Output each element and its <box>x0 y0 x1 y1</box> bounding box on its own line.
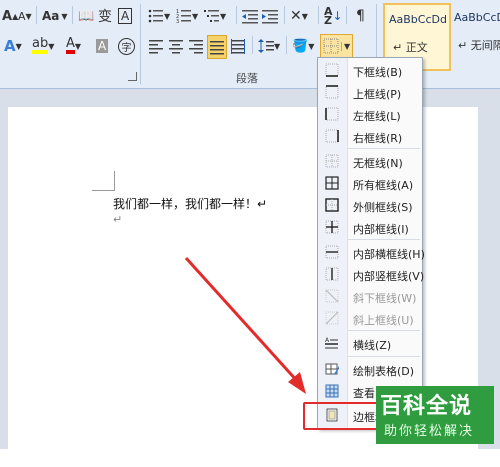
left-border-icon <box>325 107 339 121</box>
all-borders-icon <box>325 176 339 190</box>
watermark-title: 百科全说 <box>380 394 473 419</box>
menu-item-inside-vertical-border[interactable]: 内部竖框线(V) <box>318 264 425 286</box>
menu-item-label: 所有框线(A) <box>353 179 414 192</box>
view-gridlines-icon <box>325 384 339 398</box>
menu-item-label: 左框线(L) <box>353 110 401 123</box>
bottom-border-icon <box>325 63 339 77</box>
menu-item-no-border[interactable]: 无框线(N) <box>318 151 422 173</box>
menu-separator <box>348 356 420 357</box>
menu-item-right-border[interactable]: 右框线(R) <box>318 126 422 148</box>
watermark-badge: 百科全说 助你轻松解决 <box>376 386 494 444</box>
no-border-icon <box>325 154 339 168</box>
menu-item-label: 下框线(B) <box>353 66 403 79</box>
draw-table-icon <box>325 363 339 375</box>
menu-item-label: 绘制表格(D) <box>353 365 415 378</box>
menu-item-label: 上框线(P) <box>353 88 402 101</box>
menu-item-draw-table[interactable]: 绘制表格(D) <box>318 359 422 381</box>
menu-item-inside-horizontal-border[interactable]: 内部横框线(H) <box>318 242 425 264</box>
menu-item-label: 右框线(R) <box>353 132 403 145</box>
inside-borders-icon <box>325 220 339 234</box>
menu-separator <box>348 148 420 149</box>
diagonal-up-border-icon <box>325 311 339 325</box>
menu-item-label: 内部框线(I) <box>353 223 409 236</box>
borders-dropdown-menu: 下框线(B) 上框线(P) 左框线(L) 右框线(R) 无框线(N) 所有框线(A) 外侧框… <box>317 57 436 429</box>
menu-item-label: 内部竖框线(V) <box>353 270 425 283</box>
menu-item-bottom-border[interactable]: 下框线(B) <box>318 60 422 82</box>
menu-item-diagonal-up-border: 斜上框线(U) <box>318 308 422 330</box>
right-border-icon <box>325 129 339 143</box>
menu-item-diagonal-down-border: 斜下框线(W) <box>318 286 422 308</box>
menu-separator <box>348 239 420 240</box>
watermark-subtitle: 助你轻松解决 <box>384 424 475 439</box>
menu-item-top-border[interactable]: 上框线(P) <box>318 82 422 104</box>
menu-separator <box>348 330 420 331</box>
svg-text:A: A <box>325 337 330 344</box>
outside-borders-icon <box>325 198 339 212</box>
menu-item-horizontal-line[interactable]: A 横线(Z) <box>318 333 422 355</box>
top-border-icon <box>325 85 339 99</box>
menu-item-label: 外侧框线(S) <box>353 201 413 214</box>
menu-item-outside-borders[interactable]: 外侧框线(S) <box>318 195 422 217</box>
menu-item-label: 斜下框线(W) <box>353 292 417 305</box>
diagonal-down-border-icon <box>325 289 339 303</box>
menu-item-all-borders[interactable]: 所有框线(A) <box>318 173 422 195</box>
menu-item-label: 斜上框线(U) <box>353 314 414 327</box>
menu-item-left-border[interactable]: 左框线(L) <box>318 104 422 126</box>
inside-vertical-border-icon <box>325 267 339 281</box>
menu-item-inside-borders[interactable]: 内部框线(I) <box>318 217 422 239</box>
menu-item-label: 无框线(N) <box>353 157 403 170</box>
horizontal-line-icon: A <box>325 337 338 349</box>
inside-horizontal-border-icon <box>325 245 339 259</box>
menu-item-label: 内部横框线(H) <box>353 248 425 261</box>
red-arrow-annotation <box>184 256 306 394</box>
menu-item-label: 横线(Z) <box>353 339 392 352</box>
